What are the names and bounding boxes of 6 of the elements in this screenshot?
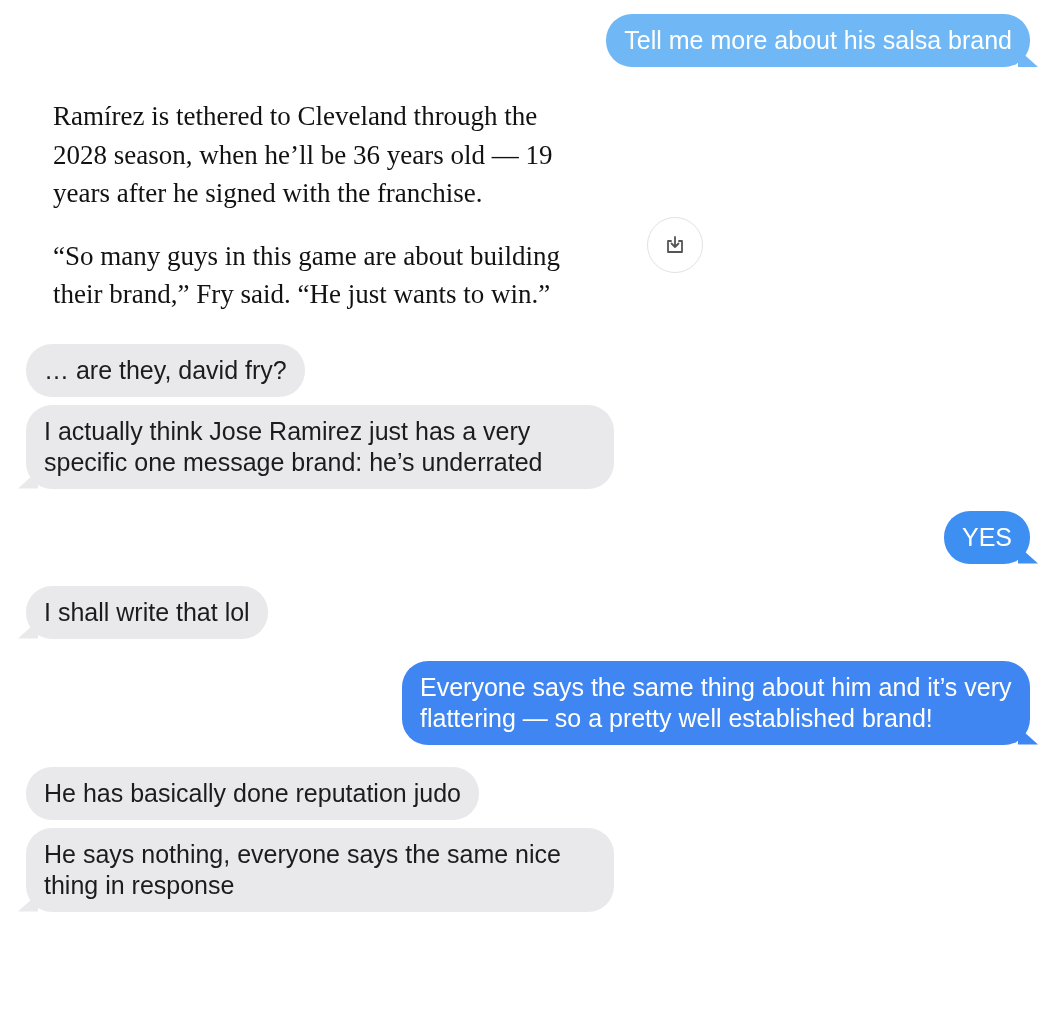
download-icon [664, 234, 686, 256]
article-paragraph: “So many guys in this game are about building their brand,” Fry said. “He just wants to win.” [53, 239, 561, 311]
share-button[interactable] [647, 217, 703, 273]
article-paragraph: Ramírez is tethered to Cleveland through the 2028 season, when he’ll be 36 years old — 19 years after he signed with the franchise. [53, 100, 554, 210]
received-message: He has basically done reputation judo [26, 766, 479, 820]
received-message: … are they, david fry? [26, 343, 305, 397]
